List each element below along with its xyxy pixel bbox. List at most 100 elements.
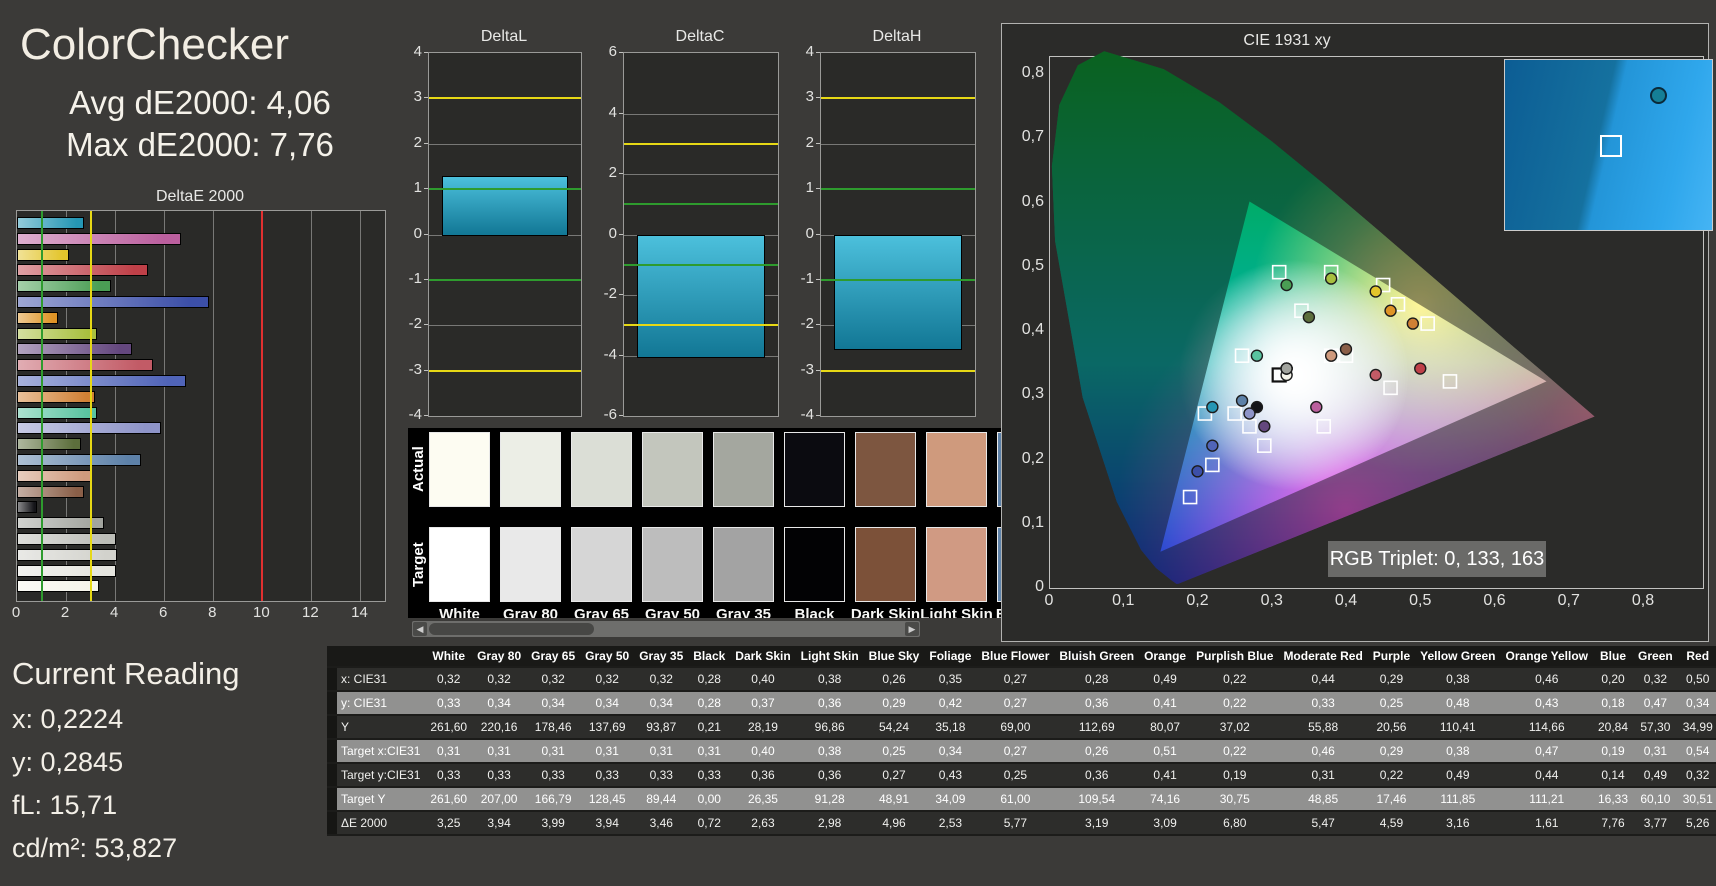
deltaH-tick-3: 3 [805,88,814,106]
scrollbar-thumb[interactable] [429,623,594,635]
swatch-label-dark-skin: Dark Skin [850,606,921,618]
deltaC-bar [637,234,765,358]
yellow-ref-3 [821,97,975,100]
cie-y-tick-0,7: 0,7 [1021,128,1044,146]
col-header-yellow-green: Yellow Green [1415,646,1501,668]
deltaH-tickmark--3 [816,369,820,371]
swatch-actual-light-skin [926,432,987,507]
yellow-ref-3 [429,97,581,100]
deltaL-tickmark-2 [424,142,428,144]
col-header-gray-80: Gray 80 [472,646,527,668]
table-row: x: CIE31 0,32 0,32 0,32 0,32 0,32 0,28 0,40 0,38… [327,667,1716,692]
swatch-target-black [784,527,845,602]
scroll-left-icon[interactable]: ◀ [413,622,427,636]
measured-cyan [1206,400,1219,414]
table-row: Y 261,60 220,16 178,46 137,69 93,87 0,21 28,19 9… [327,715,1716,740]
measured-dark-skin [1339,343,1353,356]
table-row: ΔE 2000 3,25 3,94 3,99 3,94 3,46 0,72 2,63 2,98 4… [327,811,1716,836]
deltae-bar-gray-50 [17,533,116,545]
deltae-bar-bluish-green [17,406,98,419]
deltae2000-chart [16,210,386,602]
row-label: x: CIE31 [337,667,426,692]
row-label: y: CIE31 [337,691,426,716]
deltaL-bar [442,175,568,237]
deltaC-tickmark-0 [619,233,623,235]
deltaL-tickmark--1 [424,278,428,280]
swatch-label-gray-50: Gray 50 [644,606,701,618]
scroll-right-icon[interactable]: ▶ [905,622,919,636]
cie-x-tick-0,6: 0,6 [1483,592,1506,609]
grid-2 [429,143,581,145]
gridline-14 [360,211,362,601]
measured-yellow-green [1324,272,1338,285]
deltaC-title: DeltaC [675,28,725,45]
deltaH-tickmark-1 [816,188,820,190]
grid-4 [624,113,778,115]
deltaH-tickmark--1 [816,278,820,280]
col-header-purplish-blue: Purplish Blue [1191,646,1279,668]
deltae-bar-black [17,501,37,514]
cie-chart-panel: CIE 1931 xy 0 0,1 0,2 0,3 0,4 0,5 0,6 0,7 0,8 0 0,… [1001,23,1713,642]
measured-green [1280,278,1293,292]
deltaL-tick--1: -1 [408,269,422,287]
swatch-label-gray-35: Gray 35 [715,606,772,618]
deltaL-tick-0: 0 [413,224,422,242]
deltae-bar-purple [17,343,132,356]
row-label: Target Y [337,787,426,812]
grid-2 [821,143,975,145]
swatch-actual-gray-50 [642,432,703,507]
current-reading-2: fL: 15,71 [12,790,118,820]
deltae-bar-yellow-green [17,327,97,340]
deltae-bar-gray-80 [17,564,116,577]
swatch-label-gray-80: Gray 80 [502,606,559,618]
row-label: Target y:CIE31 [337,763,426,788]
cie-x-tick-0,1: 0,1 [1112,592,1135,609]
deltaC-tick-6: 6 [608,43,617,60]
cie-x-tick-0,2: 0,2 [1186,592,1209,609]
swatch-label-black: Black [794,606,835,618]
swatch-scrollbar[interactable]: ◀ ▶ [412,621,920,637]
table-row: y: CIE31 0,33 0,34 0,34 0,34 0,34 0,28 0,37 0,36… [327,691,1716,716]
measured-purple [1258,420,1271,433]
swatch-actual-dark-skin [855,432,916,507]
col-header-dark-skin: Dark Skin [730,646,796,668]
x-tick-2: 2 [60,604,70,621]
x-tick-4: 4 [109,604,119,621]
deltaH-title: DeltaH [872,28,922,45]
green-ref-1 [821,188,975,191]
table-row: Target x:CIE31 0,31 0,31 0,31 0,31 0,31 0,31 0,… [327,739,1716,764]
deltae-bar-orange [17,390,95,403]
deltaC-tick-0: 0 [608,224,617,242]
x-tick-14: 14 [351,604,368,621]
deltaH-tickmark--2 [816,324,820,326]
measured-blue-flower [1243,407,1256,420]
swatch-target-dark-skin [855,527,916,602]
swatch-actual-black [784,432,845,507]
yellow-ref--3 [624,324,778,327]
measurement-table: White Gray 80 Gray 65 Gray 50 Gray 35 Black Da… [327,646,1716,836]
col-header-gray-65: Gray 65 [526,646,581,668]
table-header-row: White Gray 80 Gray 65 Gray 50 Gray 35 Black Da… [327,646,1716,668]
deltae-bar-moderate-red [17,359,154,372]
cie-y-tick-0,2: 0,2 [1021,449,1044,467]
swatch-target-gray-50 [642,527,703,602]
grid--2 [429,325,581,327]
swatch-actual-gray-35 [713,432,774,507]
swatch-target-white [429,527,490,602]
deltaH-tickmark-3 [816,97,820,99]
col-header-gray-35: Gray 35 [634,646,689,668]
deltaC-tickmark-6 [619,52,623,53]
gridline-6 [164,211,166,601]
deltaL-tickmark-0 [424,233,428,235]
measured-blue [1191,465,1204,478]
deltaL-tick-1: 1 [413,179,422,197]
yellow-ref-3 [624,142,778,145]
deltae-bar-foliage [17,438,82,451]
green-ref--1 [624,263,778,266]
col-header-bluish-green: Bluish Green [1054,646,1140,668]
swatch-actual-gray-80 [500,432,561,507]
deltaC-tick-2: 2 [608,164,617,181]
ref-line-10 [261,211,264,601]
deltae-bar-gray-65 [17,548,117,561]
swatch-target-light-skin [926,527,987,602]
